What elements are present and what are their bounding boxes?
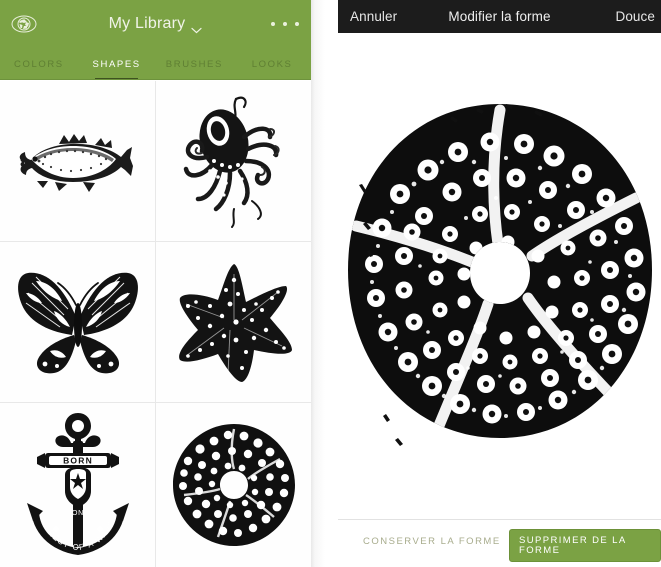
shape-editor-panel: Annuler Modifier la forme Douce CONSERVE…	[338, 0, 661, 567]
library-panel: My Library COLORS SHAPES BRUSHES LOOKS B…	[0, 0, 311, 567]
svg-text:ON: ON	[71, 510, 83, 517]
shape-edit-canvas[interactable]	[338, 33, 661, 518]
svg-text:BORN: BORN	[63, 456, 93, 466]
shape-tile-fish[interactable]	[0, 81, 155, 241]
library-title-button[interactable]: My Library	[109, 15, 203, 33]
library-title: My Library	[108, 15, 186, 32]
editor-footer: CONSERVER LA FORME SUPPRIMER DE LA FORME	[338, 519, 661, 567]
sea-urchin-artwork	[347, 103, 652, 446]
library-title-container: My Library	[0, 0, 311, 48]
overflow-dot	[283, 22, 287, 26]
panel-divider	[311, 0, 338, 567]
tab-shapes[interactable]: SHAPES	[78, 48, 156, 80]
overflow-dot	[295, 22, 299, 26]
shape-tile-anchor[interactable]: BORN ON CREST OF A WAVE	[0, 403, 155, 567]
aperture-eye-icon[interactable]	[11, 13, 37, 35]
editor-header: Annuler Modifier la forme Douce	[338, 0, 661, 33]
library-tabs: COLORS SHAPES BRUSHES LOOKS	[0, 48, 311, 80]
app-root: My Library COLORS SHAPES BRUSHES LOOKS B…	[0, 0, 661, 567]
tab-looks[interactable]: LOOKS	[233, 48, 311, 80]
remove-shape-button[interactable]: SUPPRIMER DE LA FORME	[509, 529, 661, 562]
tab-label: BRUSHES	[165, 58, 223, 70]
overflow-dot	[271, 22, 275, 26]
shapes-grid: BORN ON CREST OF A WAVE	[0, 81, 311, 567]
tab-brushes[interactable]: BRUSHES	[156, 48, 234, 80]
chevron-down-icon	[191, 21, 202, 33]
overflow-dots-icon[interactable]	[271, 17, 299, 31]
shape-tile-starfish[interactable]	[156, 242, 311, 402]
tab-label: COLORS	[14, 58, 64, 70]
tabs-underline	[0, 79, 311, 80]
keep-shape-button[interactable]: CONSERVER LA FORME	[363, 536, 501, 547]
tab-label: LOOKS	[251, 58, 293, 70]
library-header: My Library	[0, 0, 311, 48]
tab-colors[interactable]: COLORS	[0, 48, 78, 80]
shape-tile-butterfly[interactable]	[0, 242, 155, 402]
mode-button[interactable]: Douce	[615, 9, 655, 24]
tab-label: SHAPES	[92, 58, 141, 70]
shape-tile-sea-urchin[interactable]	[156, 403, 311, 567]
shape-tile-octopus[interactable]	[156, 81, 311, 241]
cancel-button[interactable]: Annuler	[350, 9, 397, 24]
